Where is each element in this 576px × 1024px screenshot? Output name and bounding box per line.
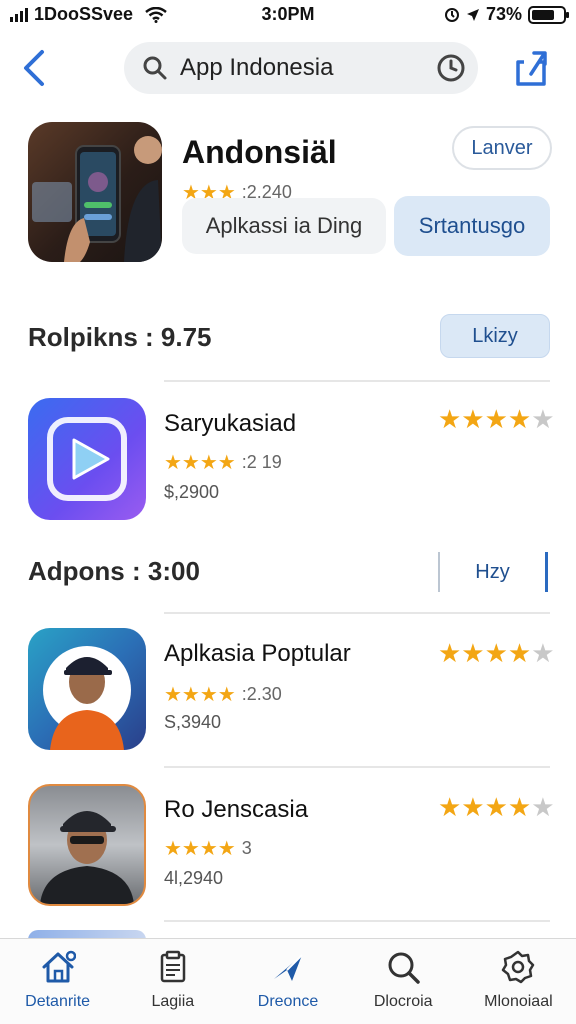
section-see-all-button[interactable]: Hzy bbox=[438, 552, 548, 592]
tab-label: Dlocroia bbox=[373, 993, 433, 1010]
divider bbox=[164, 920, 550, 922]
tab-settings[interactable]: Mlonoiaal bbox=[461, 939, 576, 1024]
app-star-rating: ★★★★ bbox=[164, 838, 236, 860]
divider bbox=[164, 766, 550, 768]
app-icon[interactable] bbox=[28, 628, 146, 750]
status-bar: 1DooSSvee 3:0PM 73% bbox=[0, 0, 576, 30]
battery-percent: 73% bbox=[485, 4, 522, 24]
tab-label: Detanrite bbox=[25, 993, 91, 1010]
status-right: 73% bbox=[444, 4, 569, 25]
person-photo-icon bbox=[40, 811, 134, 904]
alarm-icon bbox=[444, 7, 459, 22]
featured-app-title: Andonsiäl bbox=[182, 134, 337, 170]
app-star-rating: ★★★★ bbox=[164, 452, 236, 474]
search-icon bbox=[143, 56, 167, 80]
search-bar[interactable]: App Indonesia bbox=[124, 42, 478, 94]
divider bbox=[164, 380, 550, 382]
app-name: Saryukasiad bbox=[164, 410, 297, 437]
back-button[interactable] bbox=[18, 46, 54, 90]
divider bbox=[164, 612, 550, 614]
app-stars-large: ★★★★★ bbox=[438, 792, 555, 822]
battery-level bbox=[532, 9, 554, 20]
app-icon[interactable] bbox=[28, 784, 146, 906]
battery-icon bbox=[528, 5, 569, 24]
featured-blue-button[interactable]: Srtantusgo bbox=[394, 196, 550, 256]
share-icon bbox=[516, 51, 547, 86]
featured-gray-button[interactable]: Aplkassi ia Ding bbox=[182, 198, 386, 254]
app-rating: ★★★★ :2 19 bbox=[164, 450, 282, 475]
app-stars-large: ★★★★★ bbox=[438, 404, 555, 434]
app-star-rating: ★★★★ bbox=[164, 684, 236, 706]
person-avatar-icon bbox=[43, 646, 131, 750]
tab-bar: Detanrite Lagiia Dreonce Dlocroia Mlonoi… bbox=[0, 938, 576, 1024]
clock-icon[interactable] bbox=[436, 53, 466, 83]
tab-home[interactable]: Detanrite bbox=[0, 939, 115, 1024]
tab-label: Lagiia bbox=[151, 993, 195, 1010]
magnifier-icon bbox=[388, 952, 420, 984]
document-icon bbox=[160, 950, 186, 983]
app-name: Aplkasia Poptular bbox=[164, 640, 351, 667]
app-rating-text: :2 19 bbox=[241, 452, 282, 472]
app-rating-text: 3 bbox=[241, 838, 252, 858]
app-rating-text: :2.30 bbox=[241, 684, 282, 704]
app-stars-large: ★★★★★ bbox=[438, 638, 555, 668]
app-rating: ★★★★ :2.30 bbox=[164, 682, 282, 707]
app-icon[interactable] bbox=[28, 398, 146, 520]
tab-search[interactable]: Dlocroia bbox=[346, 939, 461, 1024]
section-see-all-button[interactable]: Lkizy bbox=[440, 314, 550, 358]
app-price: $,2900 bbox=[164, 482, 220, 502]
tab-send[interactable]: Dreonce bbox=[230, 939, 345, 1024]
app-rating: ★★★★ 3 bbox=[164, 836, 252, 861]
section-title: Adpons : 3:00 bbox=[28, 556, 200, 586]
section-title: Rolpikns : 9.75 bbox=[28, 322, 212, 352]
tab-label: Dreonce bbox=[257, 993, 319, 1010]
location-arrow-icon bbox=[466, 8, 479, 21]
tab-label: Mlonoiaal bbox=[484, 993, 553, 1010]
settings-badge-icon bbox=[502, 950, 535, 984]
home-icon bbox=[42, 950, 76, 983]
featured-outline-button[interactable]: Lanver bbox=[452, 126, 552, 170]
back-chevron-icon bbox=[24, 50, 44, 86]
tab-document[interactable]: Lagiia bbox=[115, 939, 230, 1024]
play-icon bbox=[47, 417, 127, 501]
send-icon bbox=[274, 954, 303, 981]
app-name: Ro Jenscasia bbox=[164, 796, 309, 823]
featured-app-icon[interactable] bbox=[28, 122, 162, 262]
app-price: S,3940 bbox=[164, 712, 222, 732]
phone-photo-icon bbox=[32, 136, 162, 262]
app-price: 4l,2940 bbox=[164, 868, 224, 888]
share-button[interactable] bbox=[512, 48, 550, 88]
search-input[interactable]: App Indonesia bbox=[180, 54, 436, 82]
